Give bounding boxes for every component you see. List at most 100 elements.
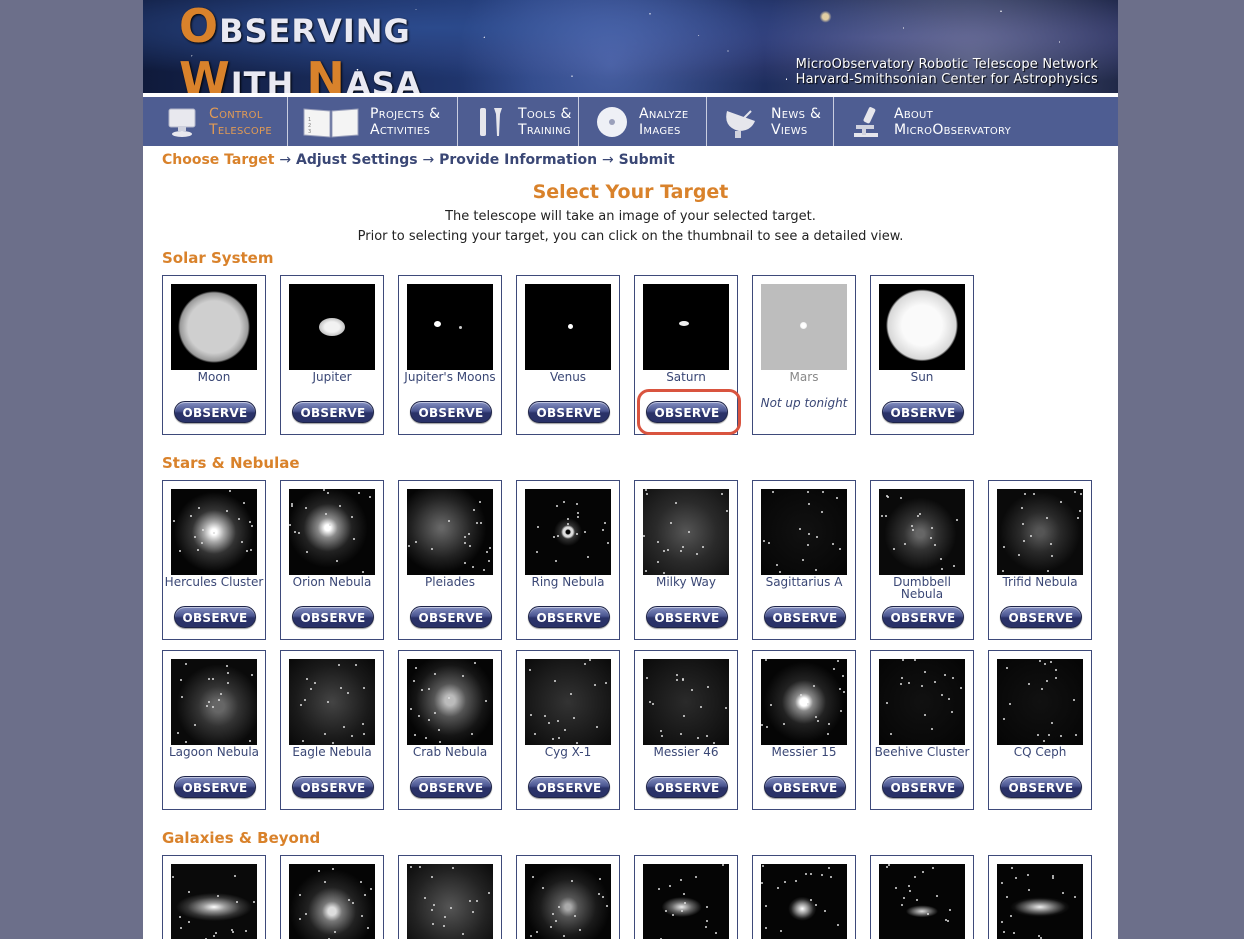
star-speck — [476, 522, 478, 524]
target-thumbnail[interactable] — [761, 489, 847, 575]
star-speck — [645, 489, 647, 491]
nav-control-telescope[interactable]: Control Telescope — [143, 97, 288, 146]
target-thumbnail[interactable] — [879, 864, 965, 939]
observe-button[interactable]: OBSERVE — [646, 606, 728, 628]
observe-button[interactable]: OBSERVE — [882, 606, 964, 628]
target-thumbnail[interactable] — [525, 489, 611, 575]
nav-analyze-images[interactable]: Analyze Images — [579, 97, 707, 146]
target-thumbnail[interactable] — [407, 489, 493, 575]
star-speck — [772, 491, 774, 493]
observe-button[interactable]: OBSERVE — [174, 401, 256, 423]
observe-button[interactable]: OBSERVE — [174, 606, 256, 628]
star-speck — [1018, 554, 1020, 556]
star-speck — [464, 562, 466, 564]
star-speck — [419, 866, 421, 868]
observe-button[interactable]: OBSERVE — [764, 776, 846, 798]
main-nav: Control Telescope 1 2 3 Projects & Activit… — [143, 97, 1118, 146]
target-name: Eagle Nebula — [292, 745, 372, 759]
target-thumbnail[interactable] — [525, 284, 611, 370]
target-thumbnail[interactable] — [643, 864, 729, 939]
target-thumbnail[interactable] — [879, 659, 965, 745]
observe-button[interactable]: OBSERVE — [174, 776, 256, 798]
star-speck — [452, 867, 454, 869]
observe-button[interactable]: OBSERVE — [410, 606, 492, 628]
target-thumbnail[interactable] — [171, 489, 257, 575]
star-speck — [784, 881, 786, 883]
observe-button[interactable]: OBSERVE — [882, 401, 964, 423]
target-thumbnail[interactable] — [525, 659, 611, 745]
star-speck — [548, 722, 550, 724]
star-speck — [725, 707, 727, 709]
target-thumbnail[interactable] — [171, 659, 257, 745]
observe-button[interactable]: OBSERVE — [410, 776, 492, 798]
star-speck — [815, 716, 817, 718]
target-thumbnail[interactable] — [407, 864, 493, 939]
star-speck — [808, 503, 810, 505]
target-thumbnail[interactable] — [407, 284, 493, 370]
observe-button[interactable]: OBSERVE — [292, 776, 374, 798]
target-name: Messier 46 — [653, 745, 719, 759]
star-speck — [415, 667, 417, 669]
observe-button[interactable]: OBSERVE — [882, 776, 964, 798]
observe-button[interactable]: OBSERVE — [410, 401, 492, 423]
target-thumbnail[interactable] — [289, 659, 375, 745]
target-thumbnail[interactable] — [761, 864, 847, 939]
star-speck — [914, 659, 916, 661]
target-thumbnail[interactable] — [525, 864, 611, 939]
target-thumbnail[interactable] — [879, 284, 965, 370]
target-thumbnail[interactable] — [997, 864, 1083, 939]
nav-news-views[interactable]: News & Views — [707, 97, 834, 146]
star-speck — [817, 720, 819, 722]
nav-tools-training[interactable]: Tools & Training — [458, 97, 579, 146]
star-speck — [1043, 740, 1045, 742]
target-thumbnail[interactable] — [289, 489, 375, 575]
star-speck — [291, 505, 293, 507]
star-speck — [828, 723, 830, 725]
star-speck — [1002, 570, 1004, 572]
star-speck — [198, 507, 200, 509]
observe-button[interactable]: OBSERVE — [1000, 776, 1082, 798]
target-thumbnail[interactable] — [997, 489, 1083, 575]
target-thumbnail[interactable] — [643, 489, 729, 575]
star-speck — [542, 887, 544, 889]
nav-projects-activities[interactable]: 1 2 3 Projects & Activities — [288, 97, 458, 146]
star-speck — [179, 916, 181, 918]
observe-button[interactable]: OBSERVE — [528, 401, 610, 423]
target-thumbnail[interactable] — [761, 659, 847, 745]
target-thumbnail[interactable] — [407, 659, 493, 745]
target-thumbnail[interactable] — [171, 864, 257, 939]
target-thumbnail[interactable] — [289, 864, 375, 939]
target-card-milky-way: Milky Way OBSERVE — [634, 480, 738, 640]
star-speck — [837, 660, 839, 662]
star-speck — [339, 505, 341, 507]
observe-button[interactable]: OBSERVE — [764, 606, 846, 628]
target-thumbnail[interactable] — [761, 284, 847, 370]
observe-button[interactable]: OBSERVE — [1000, 606, 1082, 628]
star-speck — [1003, 546, 1005, 548]
site-logo[interactable]: OBSERVING WITH NASA — [179, 3, 421, 93]
star-speck — [245, 930, 247, 932]
observe-button[interactable]: OBSERVE — [528, 606, 610, 628]
observe-button[interactable]: OBSERVE — [528, 776, 610, 798]
observe-button[interactable]: OBSERVE — [292, 606, 374, 628]
target-card-sun: Sun OBSERVE — [870, 275, 974, 435]
star-speck — [485, 700, 487, 702]
star-speck — [234, 875, 236, 877]
observe-button[interactable]: OBSERVE — [646, 776, 728, 798]
target-thumbnail[interactable] — [643, 284, 729, 370]
target-thumbnail[interactable] — [289, 284, 375, 370]
star-speck — [777, 887, 779, 889]
observe-button[interactable]: OBSERVE — [292, 401, 374, 423]
target-thumbnail[interactable] — [997, 659, 1083, 745]
star-speck — [953, 565, 955, 567]
star-speck — [951, 711, 953, 713]
target-thumbnail[interactable] — [643, 659, 729, 745]
target-thumbnail[interactable] — [171, 284, 257, 370]
star-speck — [536, 931, 538, 933]
star-speck — [340, 687, 342, 689]
target-thumbnail[interactable] — [879, 489, 965, 575]
target-card-pleiades: Pleiades OBSERVE — [398, 480, 502, 640]
star-speck — [418, 715, 420, 717]
nav-about-microobservatory[interactable]: About MicroObservatory — [834, 97, 1118, 146]
star-speck — [217, 895, 219, 897]
